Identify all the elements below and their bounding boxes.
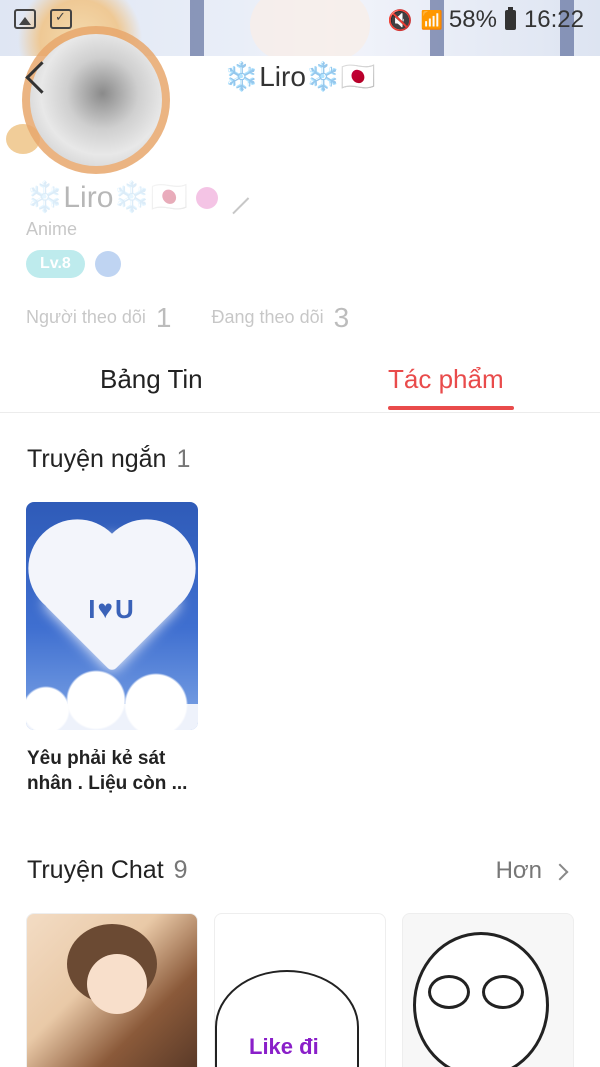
- chat-story-card[interactable]: [26, 913, 198, 1067]
- meme-eye: [428, 975, 470, 1009]
- wifi-signal-icon: 📶: [420, 9, 442, 30]
- following-stat[interactable]: Đang theo dõi 3: [212, 302, 350, 334]
- clock: 16:22: [523, 6, 584, 33]
- followers-count: 1: [155, 302, 172, 333]
- page-title: ❄️Liro❄️🇯🇵: [224, 61, 376, 92]
- followers-stat[interactable]: Người theo dõi 1: [26, 302, 172, 334]
- chat-stories-title: Truyện Chat: [27, 856, 164, 884]
- tab-feed[interactable]: Bảng Tin: [100, 364, 203, 395]
- following-count: 3: [333, 302, 350, 333]
- clouds-image: [26, 670, 198, 730]
- chat-stories-count: 9: [173, 856, 188, 884]
- followers-label: Người theo dõi: [26, 306, 146, 327]
- chat-story-card[interactable]: [402, 913, 574, 1067]
- story-title[interactable]: Yêu phải kẻ sát nhân . Liệu còn ...: [27, 746, 207, 796]
- chat-stories-heading: Truyện Chat 9: [27, 856, 188, 885]
- profile-subtitle: Anime: [26, 219, 78, 239]
- profile-name: ❄️Liro❄️🇯🇵: [26, 181, 189, 214]
- battery-percent: 58%: [448, 6, 497, 33]
- story-cover[interactable]: I♥U: [26, 502, 198, 730]
- profile-tabs: Bảng Tin Tác phẩm: [0, 356, 600, 413]
- edit-pencil-icon[interactable]: [216, 181, 250, 214]
- profile-info: ❄️Liro❄️🇯🇵 Anime Lv.8 Người theo dõi 1 Đa…: [26, 180, 349, 334]
- level-badge[interactable]: Lv.8: [26, 250, 85, 278]
- mute-icon: 🔇: [387, 9, 413, 32]
- short-stories-count: 1: [176, 445, 191, 473]
- tab-works[interactable]: Tác phẩm: [388, 364, 504, 395]
- meme-head-image: [413, 932, 549, 1067]
- chat-cover-text: Like đi: [249, 1034, 319, 1059]
- anime-face-image: [87, 954, 147, 1014]
- meme-eye: [482, 975, 524, 1009]
- cover-art-text: I♥U: [88, 594, 136, 624]
- chat-story-card[interactable]: Like đi: [214, 913, 386, 1067]
- more-button[interactable]: Hơn: [496, 857, 566, 885]
- droplet-badge-icon[interactable]: [94, 251, 121, 277]
- short-stories-heading: Truyện ngắn 1: [27, 445, 190, 474]
- active-tab-indicator: [388, 406, 514, 410]
- following-label: Đang theo dõi: [211, 306, 324, 327]
- battery-icon: [504, 7, 516, 30]
- avatar-photo: [30, 34, 162, 166]
- gender-icon: [196, 186, 219, 209]
- short-stories-title: Truyện ngắn: [27, 445, 167, 473]
